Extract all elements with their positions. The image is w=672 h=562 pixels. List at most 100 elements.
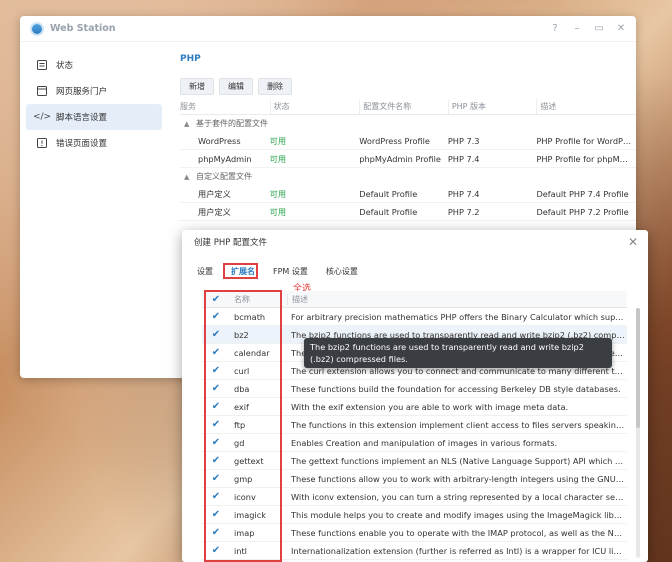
checkbox[interactable]: ✔	[212, 545, 220, 556]
checkbox[interactable]: ✔	[212, 311, 220, 322]
extension-name: imagick	[234, 509, 266, 520]
checkbox[interactable]: ✔	[212, 437, 220, 448]
table-row[interactable]: ✔ gd Enables Creation and manipulation of …	[202, 434, 627, 452]
maximize-icon[interactable]: ▭	[594, 23, 604, 34]
checkbox[interactable]: ✔	[212, 419, 220, 430]
section-title: PHP	[180, 54, 201, 64]
table-row[interactable]: phpMyAdmin 可用 phpMyAdmin Profile PHP 7.4…	[180, 150, 636, 168]
checkbox[interactable]: ✔	[212, 365, 220, 376]
dialog-title: 创建 PHP 配置文件	[194, 238, 268, 248]
extension-name: iconv	[234, 491, 256, 502]
extension-name: calendar	[234, 347, 270, 358]
extension-name: bz2	[234, 329, 249, 340]
tab-fpm-settings[interactable]: FPM 设置	[270, 264, 311, 279]
table-row[interactable]: 用户定义 可用 Default Profile PHP 7.4 Default …	[180, 185, 636, 203]
table-row[interactable]: ✔ iconv With iconv extension, you can turn…	[202, 488, 627, 506]
sidebar-item-error-page[interactable]: 错误页面设置	[26, 130, 162, 156]
table-row[interactable]: ✔ exif With the exif extension you are abl…	[202, 398, 627, 416]
sidebar-item-status[interactable]: 状态	[26, 52, 162, 78]
extension-description: These functions enable you to operate wi…	[291, 527, 625, 538]
annotation-highlight-box	[223, 263, 258, 279]
sidebar-item-label: 脚本语言设置	[56, 113, 108, 123]
checkbox[interactable]: ✔	[212, 401, 220, 412]
select-all-checkbox[interactable]: ✔	[212, 294, 220, 305]
sidebar-item-label: 状态	[56, 61, 74, 71]
code-icon: </>	[32, 112, 52, 122]
table-row[interactable]: ✔ intl Internationalization extension (fur…	[202, 542, 627, 560]
column-header[interactable]: 描述	[287, 293, 308, 305]
checkbox[interactable]: ✔	[212, 527, 220, 538]
scrollbar[interactable]	[636, 308, 640, 558]
table-row[interactable]: ✔ gettext The gettext functions implement …	[202, 452, 627, 470]
extension-description: With the exif extension you are able to …	[291, 401, 569, 412]
extension-name: curl	[234, 365, 250, 376]
extension-description: Internationalization extension (further …	[291, 545, 625, 556]
add-button[interactable]: 新增	[180, 78, 214, 95]
column-header[interactable]: 名称	[230, 294, 287, 305]
extension-name: gd	[234, 437, 245, 448]
tooltip: The bzip2 functions are used to transpar…	[304, 338, 612, 368]
checkbox[interactable]: ✔	[212, 383, 220, 394]
error-icon	[36, 137, 48, 149]
checkbox[interactable]: ✔	[212, 347, 220, 358]
checkbox[interactable]: ✔	[212, 473, 220, 484]
minimize-icon[interactable]: –	[572, 23, 582, 34]
table-row[interactable]: ✔ imagick This module helps you to create …	[202, 506, 627, 524]
edit-button[interactable]: 编辑	[219, 78, 253, 95]
extension-name: imap	[234, 527, 255, 538]
column-header[interactable]: 描述	[536, 99, 636, 114]
toolbar: 新增 编辑 删除	[180, 78, 636, 95]
extension-description: These functions build the foundation for…	[291, 383, 621, 394]
column-header[interactable]: PHP 版本	[447, 99, 537, 114]
extension-description: This module helps you to create and modi…	[291, 509, 625, 520]
sidebar-item-script-language[interactable]: </> 脚本语言设置	[26, 104, 162, 130]
checkbox[interactable]: ✔	[212, 455, 220, 466]
checkbox[interactable]: ✔	[212, 329, 220, 340]
delete-button[interactable]: 删除	[258, 78, 292, 95]
table-row[interactable]: ✔ dba These functions build the foundation…	[202, 380, 627, 398]
extension-name: intl	[234, 545, 247, 556]
extension-name: ftp	[234, 419, 246, 430]
extension-description: With iconv extension, you can turn a str…	[291, 491, 625, 502]
tab-core-settings[interactable]: 核心设置	[323, 264, 361, 279]
table-row[interactable]: WordPress 可用 WordPress Profile PHP 7.3 P…	[180, 132, 636, 150]
scrollbar-thumb[interactable]	[636, 308, 640, 428]
extension-description: These functions allow you to work with a…	[291, 473, 625, 484]
sidebar-item-label: 网页服务门户	[56, 87, 108, 97]
extension-description: The gettext functions implement an NLS (…	[291, 455, 625, 466]
dialog-tabs: 设置 扩展名 FPM 设置 核心设置	[194, 264, 361, 279]
table-row[interactable]: ✔ ftp The functions in this extension impl…	[202, 416, 627, 434]
help-icon[interactable]: ?	[550, 23, 560, 34]
tab-settings[interactable]: 设置	[194, 264, 216, 279]
extension-name: dba	[234, 383, 250, 394]
titlebar[interactable]: Web Station ? – ▭ ✕	[20, 16, 636, 42]
column-header[interactable]: 状态	[269, 99, 360, 114]
extension-description: The functions in this extension implemen…	[291, 419, 625, 430]
extension-name: exif	[234, 401, 249, 412]
close-icon[interactable]: ✕	[628, 235, 638, 249]
extension-description: Enables Creation and manipulation of ima…	[291, 437, 558, 448]
web-station-icon	[30, 21, 44, 36]
dialog-titlebar[interactable]: 创建 PHP 配置文件 ✕	[182, 230, 648, 254]
extension-grid-header: ✔ 名称 描述	[202, 291, 627, 308]
extension-name: bcmath	[234, 311, 266, 322]
table-row[interactable]: 用户定义 可用 Default Profile PHP 7.2 Default …	[180, 203, 636, 221]
sidebar-item-label: 错误页面设置	[56, 139, 108, 149]
group-header[interactable]: ▲ 自定义配置文件	[180, 168, 636, 185]
checkbox[interactable]: ✔	[212, 491, 220, 502]
sidebar-item-portal[interactable]: 网页服务门户	[26, 78, 162, 104]
column-header[interactable]: 服务	[180, 99, 270, 114]
extension-name: gmp	[234, 473, 253, 484]
chevron-up-icon: ▲	[184, 119, 190, 128]
table-row[interactable]: ✔ gmp These functions allow you to work wi…	[202, 470, 627, 488]
group-header[interactable]: ▲ 基于套件的配置文件	[180, 115, 636, 132]
table-row[interactable]: ✔ bcmath For arbitrary precision mathemati…	[202, 308, 627, 326]
extension-description: For arbitrary precision mathematics PHP …	[291, 311, 625, 322]
create-php-profile-dialog: 创建 PHP 配置文件 ✕ 设置 扩展名 FPM 设置 核心设置 全选 ✔ 名称…	[182, 230, 648, 562]
extension-name: gettext	[234, 455, 264, 466]
table-row[interactable]: ✔ imap These functions enable you to opera…	[202, 524, 627, 542]
close-icon[interactable]: ✕	[616, 23, 626, 34]
column-header[interactable]: 配置文件名称	[359, 99, 448, 114]
portal-icon	[36, 85, 48, 97]
checkbox[interactable]: ✔	[212, 509, 220, 520]
